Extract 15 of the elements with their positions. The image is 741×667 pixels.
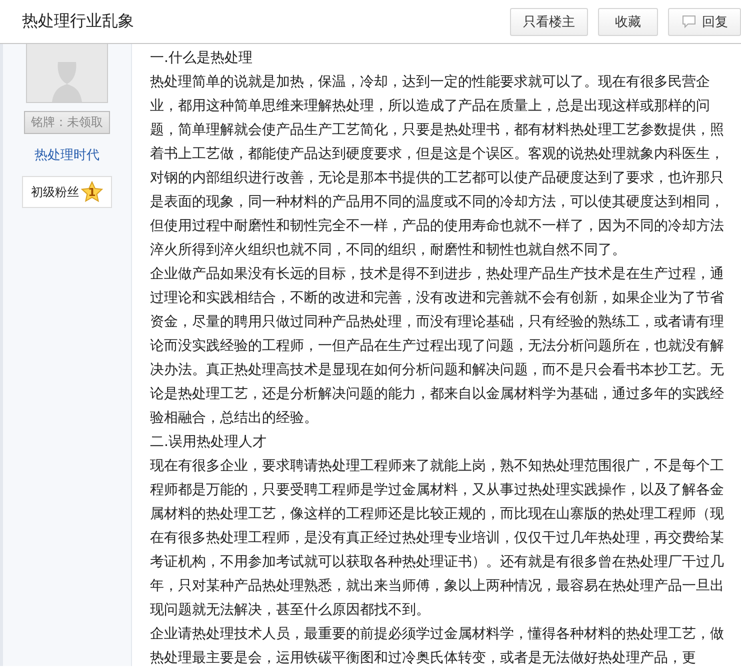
toolbar-button[interactable]: 回复	[668, 8, 741, 36]
post-paragraph: 企业做产品如果没有长远的目标，技术是得不到进步，热处理产品生产技术是在生产过程，通过理论和实践相结合，不断的改进和完善，没有改进和完善就不会有创新，如果企业为了节省资金，尽量的聘用只做过同种产品热处理，而没有理论基础，只有经验的熟练工，或者请有理论而没实践经验的工程师，一但产品在生产过程出现了问题，无法分析问题所在，也就没有解决办法。真正热处理高技术是显现在如何分析问题和解决问题，而不是只会看书本抄工艺。无论是热处理工艺，还是分析解决问题的能力，都来自以金属材料学为基础，通过多年的实践经验相融合，总结出的经验。	[150, 265, 725, 428]
post-paragraph: 现在有很多企业，要求聘请热处理工程师来了就能上岗，熟不知热处理范围很广，不是每个工程师都是万能的，只要受聘工程师是学过金属材料，又从事过热处理实践操作，以及了解各金属材料的热处理工艺，像这样的工程师还是比较正规的，而比现在山寨版的热处理工程师（现在有很多热处理工程师，是没有真正经过热处理专业培训，仅仅干过几年热处理，再交费给某考证机构，不用参加考试就可以获取各种热处理证书）。还有就是有很多曾在热处理厂干过几年，只对某种产品热处理熟悉，就出来当师傅，象以上两种情况，最容易在热处理产品一旦出现问题就无法解决，甚至什么原因都找不到。	[150, 457, 725, 620]
medal-badge: 铭牌：未领取	[24, 111, 110, 134]
comment-icon	[681, 14, 697, 28]
rank-label: 初级粉丝	[31, 184, 79, 200]
thread-title: 热处理行业乱象	[22, 11, 135, 32]
rank-star-badge: 1	[81, 181, 103, 203]
toolbar-button[interactable]: 只看楼主	[510, 8, 588, 36]
post-paragraph: 企业请热处理技术人员，最重要的前提必须学过金属材料学，懂得各种材料的热处理工艺，做热处理最主要是会，运用铁碳平衡图和过冷奥氏体转变，或者是无法做好热处理产品，更	[150, 625, 725, 667]
username-link[interactable]: 热处理时代	[34, 146, 100, 164]
post-paragraph: 一.什么是热处理	[150, 49, 254, 68]
toolbar-button[interactable]: 收藏	[598, 8, 658, 36]
post-paragraph: 热处理简单的说就是加热，保温，冷却，达到一定的性能要求就可以了。现在有很多民营企业，都用这种简单思维来理解热处理，所以造成了产品在质量上，总是出现这样或那样的问题，简单理解就会使产品生产工艺简化，只要是热处理书，都有材料热处理工艺参数提供，照着书上工艺做，都能使产品达到硬度要求，但是这是个误区。客观的说热处理就象内科医生，对钢的内部组织进行改善，无论是那本书提供的工艺都可以使产品硬度达到了要求，也许那只是表面的现象，同一种材料的产品用不同的温度或不同的冷却方法，可以使其硬度达到相同，但使用过程中耐磨性和韧性完全不一样，产品的使用寿命也就不一样了，因为不同的冷却方法淬火所得到淬火组织也就不同，不同的组织，耐磨性和韧性也就自然不同了。	[150, 73, 725, 260]
post-paragraph: 二.误用热处理人才	[150, 433, 268, 452]
